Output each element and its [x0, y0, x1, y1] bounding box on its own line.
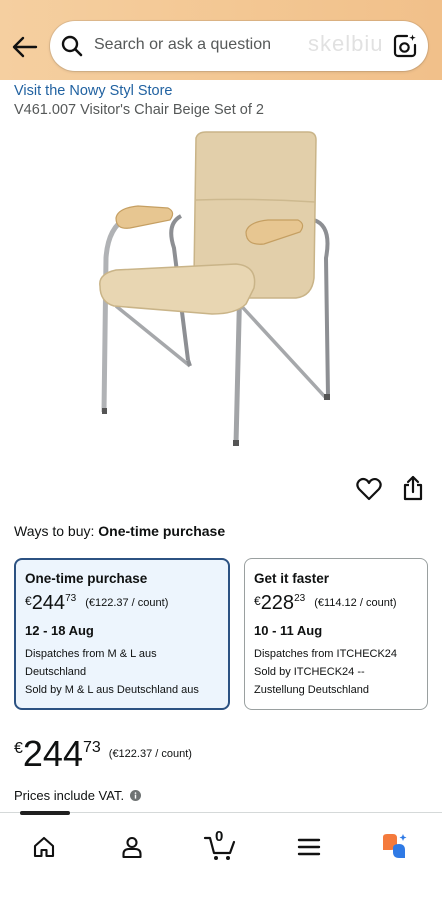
offer-title: One-time purchase: [25, 571, 148, 586]
main-price-fraction: 73: [82, 739, 101, 756]
sold-by-text: Sold by ITCHECK24 -- Zustellung Deutschl…: [254, 666, 369, 696]
watermark: skelbiu: [308, 31, 384, 56]
home-icon: [33, 836, 55, 858]
seller-info: Dispatches from ITCHECK24 Sold by ITCHEC…: [254, 645, 418, 699]
cart-count: 0: [215, 828, 224, 845]
main-price: € 244 73 (€122.37 / count): [14, 734, 192, 774]
account-icon: [122, 836, 142, 859]
product-page: Search or ask a question skelbiu Visit t…: [0, 0, 442, 900]
info-icon[interactable]: [130, 790, 142, 801]
wishlist-heart-icon[interactable]: [355, 475, 383, 503]
top-header: Search or ask a question skelbiu: [0, 0, 442, 80]
nav-assistant[interactable]: [375, 830, 415, 864]
product-image[interactable]: [86, 128, 356, 452]
ways-label: Ways to buy:: [14, 523, 95, 539]
ai-assistant-icon: [383, 834, 407, 858]
main-price-currency: €: [14, 740, 23, 757]
unit-price: (€122.37 / count): [85, 597, 169, 609]
offer-card-faster[interactable]: Get it faster € 228 23 (€114.12 / count)…: [244, 558, 428, 710]
product-title: V461.007 Visitor's Chair Beige Set of 2: [14, 102, 264, 118]
delivery-date: 10 - 11 Aug: [254, 623, 323, 638]
active-tab-indicator: [20, 811, 70, 815]
bottom-navigation: 0: [0, 811, 442, 900]
offer-title: Get it faster: [254, 571, 330, 586]
price-fraction: 73: [65, 593, 77, 604]
store-link[interactable]: Visit the Nowy Styl Store: [14, 83, 173, 99]
arrow-left-icon: [12, 36, 38, 58]
nav-home[interactable]: [24, 830, 64, 864]
ways-value: One-time purchase: [98, 523, 226, 539]
search-input[interactable]: Search or ask a question skelbiu: [50, 21, 428, 71]
vat-note: Prices include VAT.: [14, 788, 142, 803]
dispatch-text: Dispatches from M & L aus Deutschland: [25, 648, 157, 678]
price-fraction: 23: [294, 593, 306, 604]
main-unit-price: (€122.37 / count): [108, 748, 192, 760]
offer-price: € 228 23 (€114.12 / count): [254, 592, 418, 614]
menu-icon: [297, 838, 321, 856]
share-icon[interactable]: [400, 474, 426, 502]
back-button[interactable]: [8, 30, 42, 64]
offer-price: € 244 73 (€122.37 / count): [25, 592, 219, 614]
unit-price: (€114.12 / count): [314, 597, 397, 609]
offer-card-one-time[interactable]: One-time purchase € 244 73 (€122.37 / co…: [14, 558, 230, 710]
sold-by-text: Sold by M & L aus Deutschland aus: [25, 684, 199, 696]
delivery-date: 12 - 18 Aug: [25, 623, 94, 638]
vat-text: Prices include VAT.: [14, 788, 125, 803]
dispatch-text: Dispatches from ITCHECK24: [254, 648, 398, 660]
price-currency: €: [254, 594, 261, 608]
main-price-whole: 244: [22, 733, 83, 774]
nav-menu[interactable]: [289, 830, 329, 864]
search-placeholder: Search or ask a question: [94, 36, 271, 53]
camera-search-icon[interactable]: [392, 33, 418, 59]
price-currency: €: [25, 594, 32, 608]
ways-to-buy: Ways to buy: One-time purchase: [14, 523, 225, 539]
nav-cart[interactable]: 0: [200, 828, 240, 864]
price-whole: 244: [31, 592, 66, 614]
price-whole: 228: [260, 592, 295, 614]
search-icon: [61, 35, 83, 57]
nav-account[interactable]: [112, 830, 152, 864]
seller-info: Dispatches from M & L aus Deutschland So…: [25, 645, 219, 699]
